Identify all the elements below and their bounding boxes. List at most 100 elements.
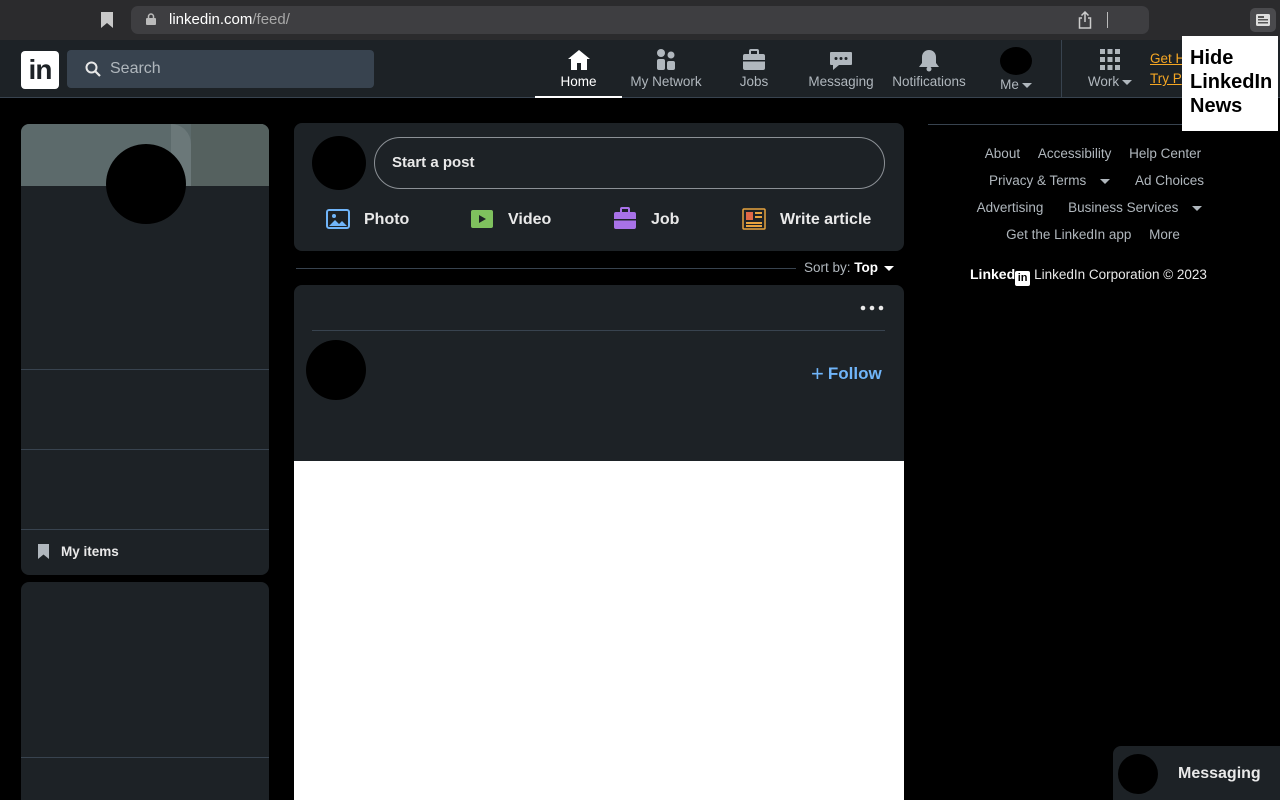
copyright-text: LinkedIn Corporation © 2023 bbox=[1034, 267, 1207, 282]
toolbar-divider bbox=[1107, 12, 1108, 28]
divider bbox=[928, 124, 1182, 125]
page: linkedin.com/feed/ in Search Home My Net… bbox=[0, 0, 1280, 800]
linkedin-wordmark: Linked bbox=[970, 266, 1016, 282]
start-post-button[interactable]: Start a post bbox=[374, 137, 885, 189]
bookmark-icon bbox=[38, 544, 49, 559]
nav-notifications[interactable]: Notifications bbox=[889, 48, 969, 98]
divider bbox=[21, 369, 269, 370]
chevron-down-icon bbox=[1100, 178, 1111, 184]
messaging-icon bbox=[830, 52, 852, 70]
nav-label: My Network bbox=[630, 74, 702, 89]
footer-link-label: Privacy & Terms bbox=[988, 173, 1087, 188]
nav-me[interactable]: Me bbox=[996, 47, 1036, 98]
sort-value: Top bbox=[854, 260, 879, 275]
start-post-label: Start a post bbox=[392, 154, 475, 171]
my-items-label: My items bbox=[61, 544, 119, 559]
sort-label: Sort by: bbox=[804, 260, 851, 275]
hide-news-line: LinkedIn bbox=[1190, 71, 1273, 93]
footer-link-privacy-terms[interactable]: Privacy & Terms bbox=[982, 173, 1117, 188]
search-icon bbox=[85, 61, 101, 77]
nav-jobs[interactable]: Jobs bbox=[734, 48, 774, 98]
nav-work[interactable]: Work bbox=[1085, 48, 1135, 98]
footer-link-label: Business Services bbox=[1068, 200, 1179, 215]
url-path: /feed/ bbox=[252, 11, 290, 28]
footer-link-get-app[interactable]: Get the LinkedIn app bbox=[1006, 227, 1131, 242]
premium-link-line2[interactable]: Try P bbox=[1150, 71, 1182, 86]
nav-label: Jobs bbox=[739, 74, 769, 89]
reader-icon[interactable] bbox=[1250, 8, 1276, 32]
nav-label: Home bbox=[560, 74, 597, 89]
more-options-icon[interactable] bbox=[859, 299, 885, 317]
divider bbox=[21, 757, 269, 758]
nav-my-network[interactable]: My Network bbox=[628, 48, 704, 98]
divider bbox=[312, 330, 885, 331]
sort-divider bbox=[296, 268, 796, 269]
footer-links: About Accessibility Help Center Privacy … bbox=[928, 146, 1258, 254]
footer-link-help-center[interactable]: Help Center bbox=[1129, 146, 1201, 161]
bookmark-icon[interactable] bbox=[100, 12, 114, 28]
copyright: Linked in LinkedIn Corporation © 2023 bbox=[970, 266, 1207, 286]
chevron-down-icon bbox=[1021, 82, 1032, 88]
linkedin-logo[interactable]: in bbox=[21, 51, 59, 89]
profile-card: My items bbox=[21, 124, 269, 575]
photo-button[interactable]: Photo bbox=[326, 207, 416, 233]
sort-dropdown[interactable]: Sort by: Top bbox=[804, 260, 895, 275]
plus-icon: + bbox=[811, 361, 824, 386]
nav-divider bbox=[1061, 40, 1062, 98]
footer-link-advertising[interactable]: Advertising bbox=[977, 200, 1044, 215]
nav-messaging[interactable]: Messaging bbox=[807, 48, 875, 98]
linkedin-logo-box: in bbox=[1015, 271, 1031, 286]
browser-toolbar: linkedin.com/feed/ bbox=[0, 0, 1280, 40]
footer-row: Privacy & Terms Ad Choices bbox=[928, 173, 1258, 200]
job-label: Job bbox=[651, 211, 680, 228]
url-text[interactable]: linkedin.com/feed/ bbox=[169, 11, 290, 28]
my-items-link[interactable]: My items bbox=[21, 530, 269, 575]
footer-link-about[interactable]: About bbox=[985, 146, 1020, 161]
nav-work-label-row: Work bbox=[1085, 74, 1135, 89]
network-icon bbox=[657, 49, 675, 70]
write-article-button[interactable]: Write article bbox=[742, 207, 892, 233]
messaging-label: Messaging bbox=[1178, 765, 1261, 782]
post-composer: Start a post Photo Video Job Write artic… bbox=[294, 123, 904, 251]
post-author-avatar[interactable] bbox=[306, 340, 366, 400]
nav-home[interactable]: Home bbox=[535, 48, 622, 98]
chevron-down-icon bbox=[1192, 205, 1203, 211]
avatar bbox=[1000, 47, 1032, 75]
nav-me-label-row: Me bbox=[996, 77, 1036, 92]
avatar[interactable] bbox=[312, 136, 366, 190]
left-secondary-card bbox=[21, 582, 269, 800]
grid-icon bbox=[1100, 49, 1120, 70]
nav-label: Messaging bbox=[808, 74, 874, 89]
nav-label: Me bbox=[1000, 77, 1019, 92]
job-icon bbox=[614, 207, 636, 229]
hide-news-line: News bbox=[1190, 95, 1243, 117]
chevron-down-icon bbox=[1122, 79, 1133, 85]
nav-label: Notifications bbox=[892, 74, 966, 89]
video-label: Video bbox=[508, 211, 552, 228]
article-icon bbox=[742, 208, 766, 230]
share-icon[interactable] bbox=[1078, 11, 1092, 29]
video-icon bbox=[471, 210, 493, 228]
feed-post: + Follow bbox=[294, 285, 904, 800]
follow-button[interactable]: + Follow bbox=[811, 361, 882, 387]
search-input[interactable]: Search bbox=[67, 50, 374, 88]
hide-news-line: Hide bbox=[1190, 47, 1234, 69]
job-button[interactable]: Job bbox=[613, 207, 693, 233]
footer-link-more[interactable]: More bbox=[1149, 227, 1180, 242]
messaging-overlay[interactable]: Messaging bbox=[1113, 746, 1280, 800]
footer-link-business-services[interactable]: Business Services bbox=[1061, 200, 1209, 215]
home-icon bbox=[567, 50, 590, 70]
write-article-label: Write article bbox=[780, 211, 872, 228]
hide-news-button[interactable]: Hide LinkedIn News bbox=[1182, 36, 1278, 131]
footer-link-accessibility[interactable]: Accessibility bbox=[1038, 146, 1112, 161]
briefcase-icon bbox=[743, 49, 765, 70]
post-image[interactable] bbox=[294, 461, 904, 800]
profile-avatar[interactable] bbox=[106, 144, 186, 224]
photo-icon bbox=[326, 209, 350, 229]
footer-link-ad-choices[interactable]: Ad Choices bbox=[1135, 173, 1204, 188]
premium-link-line1[interactable]: Get H bbox=[1150, 51, 1185, 66]
divider bbox=[21, 449, 269, 450]
top-navigation: in Search Home My Network Jobs Messaging… bbox=[0, 40, 1280, 98]
video-button[interactable]: Video bbox=[470, 207, 560, 233]
footer-row: Advertising Business Services bbox=[928, 200, 1258, 227]
